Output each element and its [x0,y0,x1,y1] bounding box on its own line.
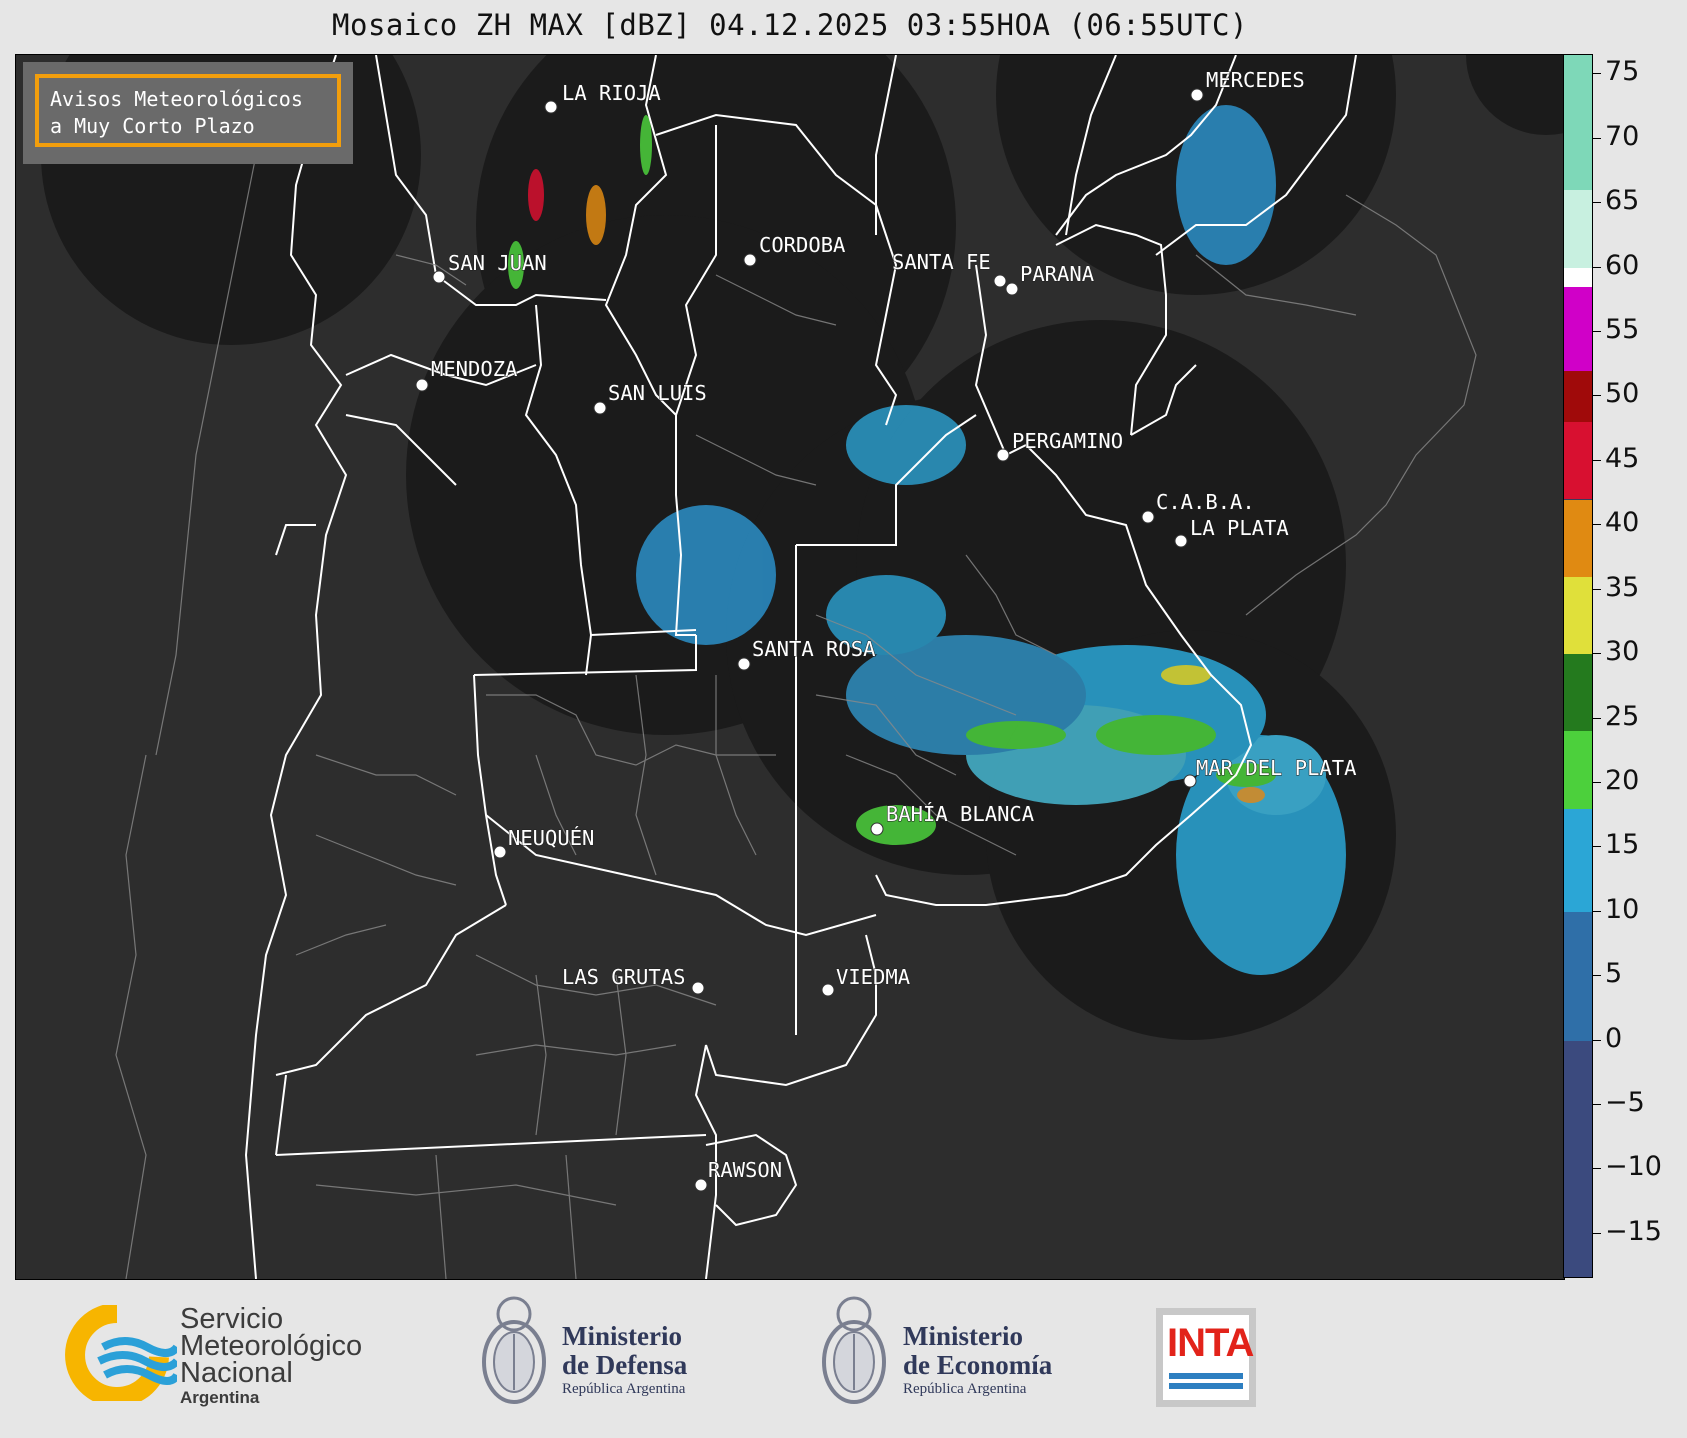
defensa-line2: de Defensa [562,1350,688,1380]
city-dot-santa-fe[interactable] [993,274,1007,288]
colorbar-segment [1564,576,1592,655]
warning-box-frame: Avisos Meteorológicos a Muy Corto Plazo [35,74,341,147]
city-label-san-luis: SAN LUIS [608,381,707,405]
colorbar-tick-label: 60 [1605,249,1640,281]
city-dot-mendoza[interactable] [415,378,429,392]
colorbar-segment [1564,499,1592,577]
inta-logo: INTA [1156,1308,1256,1407]
colorbar-tick-label: 70 [1605,120,1640,152]
colorbar-segment [1564,731,1592,809]
city-label-bahia-blanca: BAHÍA BLANCA [886,801,1034,826]
inta-stripe-2 [1169,1383,1243,1389]
city-dot-mercedes[interactable] [1190,88,1204,102]
smn-logo-icon [65,1305,177,1401]
inta-label: INTA [1167,1321,1254,1365]
city-label-parana: PARANA [1020,262,1094,286]
city-label-mendoza: MENDOZA [431,357,517,381]
city-dot-san-luis[interactable] [593,401,607,415]
colorbar-tick-label: 25 [1605,700,1640,732]
colorbar-tick-label: 65 [1605,185,1640,217]
city-label-las-grutas: LAS GRUTAS [562,965,685,989]
radar-map[interactable]: LA RIOJA SAN JUAN CORDOBA SANTA FE PARAN… [15,54,1565,1280]
map-title: Mosaico ZH MAX [dBZ] 04.12.2025 03:55HOA… [332,8,1248,42]
city-dot-cordoba[interactable] [743,253,757,267]
city-dot-la-plata[interactable] [1174,534,1188,548]
colorbar-tick-label: 40 [1605,507,1640,539]
city-label-neuquen: NEUQUÉN [508,825,594,850]
city-label-santa-rosa: SANTA ROSA [752,637,875,661]
city-label-mar-del-plata: MAR DEL PLATA [1196,756,1356,780]
city-dot-santa-rosa[interactable] [737,657,751,671]
colorbar-segment [1564,190,1592,268]
warning-box-line1: Avisos Meteorológicos [50,87,303,111]
defensa-text: Ministerio de Defensa República Argentin… [562,1322,687,1399]
city-dot-viedma[interactable] [821,983,835,997]
radar-map-canvas: LA RIOJA SAN JUAN CORDOBA SANTA FE PARAN… [41,55,1564,1279]
city-label-rawson: RAWSON [708,1158,782,1182]
colorbar-tick-label: 50 [1605,378,1640,410]
city-dot-caba[interactable] [1141,510,1155,524]
colorbar-tick-label: 30 [1605,636,1640,668]
colorbar-tick-label: −10 [1605,1151,1662,1183]
city-dot-rawson[interactable] [694,1178,708,1192]
colorbar-tick-label: 45 [1605,442,1640,474]
smn-text: Servicio Meteorológico Nacional Argentin… [180,1303,363,1409]
defensa-line3: República Argentina [562,1381,686,1397]
colorbar [1563,54,1593,1278]
colorbar-tick-label: 75 [1605,56,1640,88]
defensa-line1: Ministerio [562,1321,682,1351]
city-label-la-rioja: LA RIOJA [562,81,661,105]
city-label-san-juan: SAN JUAN [448,251,547,275]
economia-text: Ministerio de Economía República Argenti… [903,1322,1052,1399]
city-label-caba: C.A.B.A. [1156,490,1255,514]
colorbar-segment [1564,654,1592,732]
colorbar-segment [1564,808,1592,912]
smn-line4: Argentina [180,1388,260,1407]
smn-line1: Servicio [180,1303,284,1335]
colorbar-tick-label: 20 [1605,764,1640,796]
city-dot-pergamino[interactable] [996,448,1010,462]
city-dot-parana[interactable] [1005,282,1019,296]
coat-of-arms-defensa-icon [482,1296,546,1404]
city-dot-san-juan[interactable] [432,270,446,284]
city-dot-la-rioja[interactable] [544,100,558,114]
economia-line2: de Economía [903,1350,1053,1380]
economia-line1: Ministerio [903,1321,1023,1351]
colorbar-tick-label: 5 [1605,958,1623,990]
city-dot-neuquen[interactable] [493,845,507,859]
warning-box[interactable]: Avisos Meteorológicos a Muy Corto Plazo [23,62,353,164]
colorbar-tick-label: 55 [1605,314,1640,345]
city-label-pergamino: PERGAMINO [1012,429,1123,453]
colorbar-segment [1564,1040,1592,1277]
colorbar-segment [1564,267,1592,287]
smn-line2: Meteorológico [180,1330,363,1362]
colorbar-tick-label: 35 [1605,571,1640,603]
economia-line3: República Argentina [903,1381,1027,1397]
colorbar-segment [1564,286,1592,371]
colorbar-segment [1564,370,1592,423]
inta-logo-inner: INTA [1163,1315,1254,1400]
colorbar-segment [1564,911,1592,1041]
warning-box-line2: a Muy Corto Plazo [50,114,255,138]
colorbar-segment [1564,55,1592,191]
city-dot-las-grutas[interactable] [691,981,705,995]
city-dot-mar-del-plata[interactable] [1183,774,1197,788]
inta-stripe-1 [1169,1373,1243,1379]
smn-line3: Nacional [180,1357,293,1389]
colorbar-tick-label: 10 [1605,893,1640,925]
city-label-la-plata: LA PLATA [1190,516,1289,540]
colorbar-tick-label: −5 [1605,1087,1645,1119]
colorbar-tick-label: −15 [1605,1215,1662,1247]
coat-of-arms-economia-icon [822,1296,886,1404]
colorbar-tick-label: 15 [1605,829,1640,861]
city-label-mercedes: MERCEDES [1206,68,1305,92]
city-label-cordoba: CORDOBA [759,233,845,257]
colorbar-segment [1564,422,1592,500]
city-label-viedma: VIEDMA [836,965,910,989]
city-dot-bahia-blanca[interactable] [870,822,884,836]
city-label-santa-fe: SANTA FE [892,250,991,274]
colorbar-tick-label: 0 [1605,1022,1623,1054]
